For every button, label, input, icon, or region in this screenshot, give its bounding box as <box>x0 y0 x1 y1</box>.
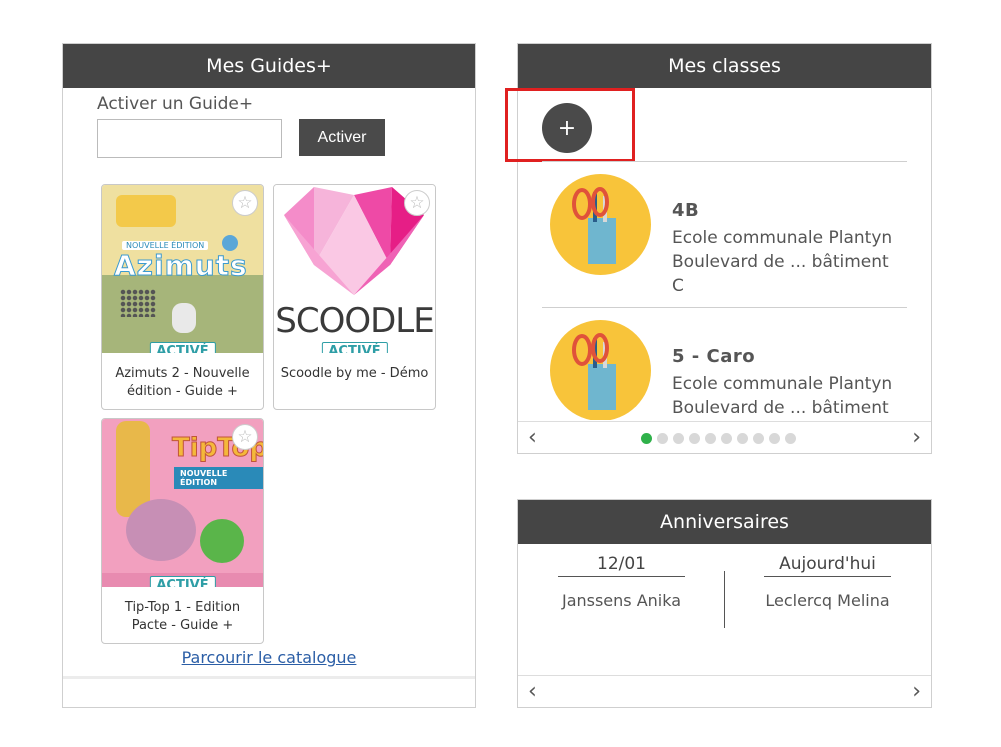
divider <box>542 307 907 308</box>
class-name: 5 - Caro <box>672 346 756 367</box>
birthdays-header: Anniversaires <box>518 500 931 544</box>
activated-badge: ACTIVÉ <box>149 576 216 587</box>
guide-title: Tip-Top 1 - Edition Pacte - Guide + <box>124 600 241 633</box>
favorite-star-icon[interactable]: ☆ <box>232 424 258 450</box>
scoodle-logo-text: SCOODLE <box>275 301 434 341</box>
guide-title: Azimuts 2 - Nouvelle édition - Guide + <box>115 366 250 399</box>
carousel-dot[interactable] <box>721 433 732 444</box>
guide-card-azimuts[interactable]: NOUVELLE ÉDITION Azimuts ☆ ACTIVÉ Azimut… <box>101 184 264 410</box>
carousel-dot[interactable] <box>753 433 764 444</box>
next-arrow-icon[interactable]: › <box>912 679 921 704</box>
carousel-dots <box>641 433 796 444</box>
guides-panel: Mes Guides+ Activer un Guide+ Activer NO… <box>62 43 476 708</box>
guides-header: Mes Guides+ <box>63 44 475 88</box>
birthday-entry: 12/01 Janssens Anika <box>558 554 685 610</box>
classes-header: Mes classes <box>518 44 931 88</box>
activate-guide-input[interactable] <box>97 119 282 158</box>
class-school: Ecole communale Plantyn Boulevard de ...… <box>672 228 893 296</box>
pencil-cup-icon <box>550 320 651 420</box>
birthday-name: Janssens Anika <box>561 591 682 610</box>
activate-button[interactable]: Activer <box>299 119 385 156</box>
favorite-star-icon[interactable]: ☆ <box>404 190 430 216</box>
class-item-5-caro[interactable]: 5 - Caro Ecole communale Plantyn Bouleva… <box>550 320 900 420</box>
azimuts-logo: Azimuts <box>114 249 248 283</box>
guide-card-tiptop[interactable]: TipTop NOUVELLE ÉDITION ☆ ACTIVÉ Tip-Top… <box>101 418 264 644</box>
divider <box>63 676 475 679</box>
class-school: Ecole communale Plantyn Boulevard de ...… <box>672 374 893 418</box>
carousel-dot[interactable] <box>785 433 796 444</box>
guide-cover-azimuts: NOUVELLE ÉDITION Azimuts ☆ ACTIVÉ <box>102 185 263 353</box>
pencil-cup-icon <box>550 174 651 275</box>
carousel-dot[interactable] <box>689 433 700 444</box>
birthday-date: Aujourd'hui <box>764 554 891 577</box>
guide-cover-tiptop: TipTop NOUVELLE ÉDITION ☆ ACTIVÉ <box>102 419 263 587</box>
activated-badge: ACTIVÉ <box>321 342 388 353</box>
divider <box>542 161 907 162</box>
class-name: 4B <box>672 200 700 221</box>
birthdays-nav: ‹ › <box>518 675 931 707</box>
guide-card-scoodle[interactable]: SCOODLE ☆ ACTIVÉ Scoodle by me - Démo <box>273 184 436 410</box>
prev-arrow-icon[interactable]: ‹ <box>528 679 537 704</box>
birthday-entry: Aujourd'hui Leclercq Melina <box>764 554 891 610</box>
browse-catalog-link[interactable]: Parcourir le catalogue <box>63 648 475 667</box>
activate-guide-label: Activer un Guide+ <box>97 94 254 114</box>
carousel-dot[interactable] <box>705 433 716 444</box>
carousel-dot[interactable] <box>673 433 684 444</box>
activated-badge: ACTIVÉ <box>149 342 216 353</box>
birthday-name: Leclercq Melina <box>765 591 890 610</box>
next-arrow-icon[interactable]: › <box>912 425 921 450</box>
classes-carousel-nav: ‹ › <box>518 421 931 453</box>
classes-panel: Mes classes + 4B Ecole communale Plantyn… <box>505 43 932 454</box>
birthday-date: 12/01 <box>558 554 685 577</box>
highlight-box <box>505 88 635 162</box>
carousel-dot[interactable] <box>737 433 748 444</box>
divider <box>724 571 725 628</box>
birthdays-panel: Anniversaires 12/01 Janssens Anika Aujou… <box>517 499 932 708</box>
guide-cover-scoodle: SCOODLE ☆ ACTIVÉ <box>274 185 435 353</box>
guide-title: Scoodle by me - Démo <box>280 366 429 381</box>
prev-arrow-icon[interactable]: ‹ <box>528 425 537 450</box>
carousel-dot[interactable] <box>641 433 652 444</box>
favorite-star-icon[interactable]: ☆ <box>232 190 258 216</box>
carousel-dot[interactable] <box>769 433 780 444</box>
carousel-dot[interactable] <box>657 433 668 444</box>
